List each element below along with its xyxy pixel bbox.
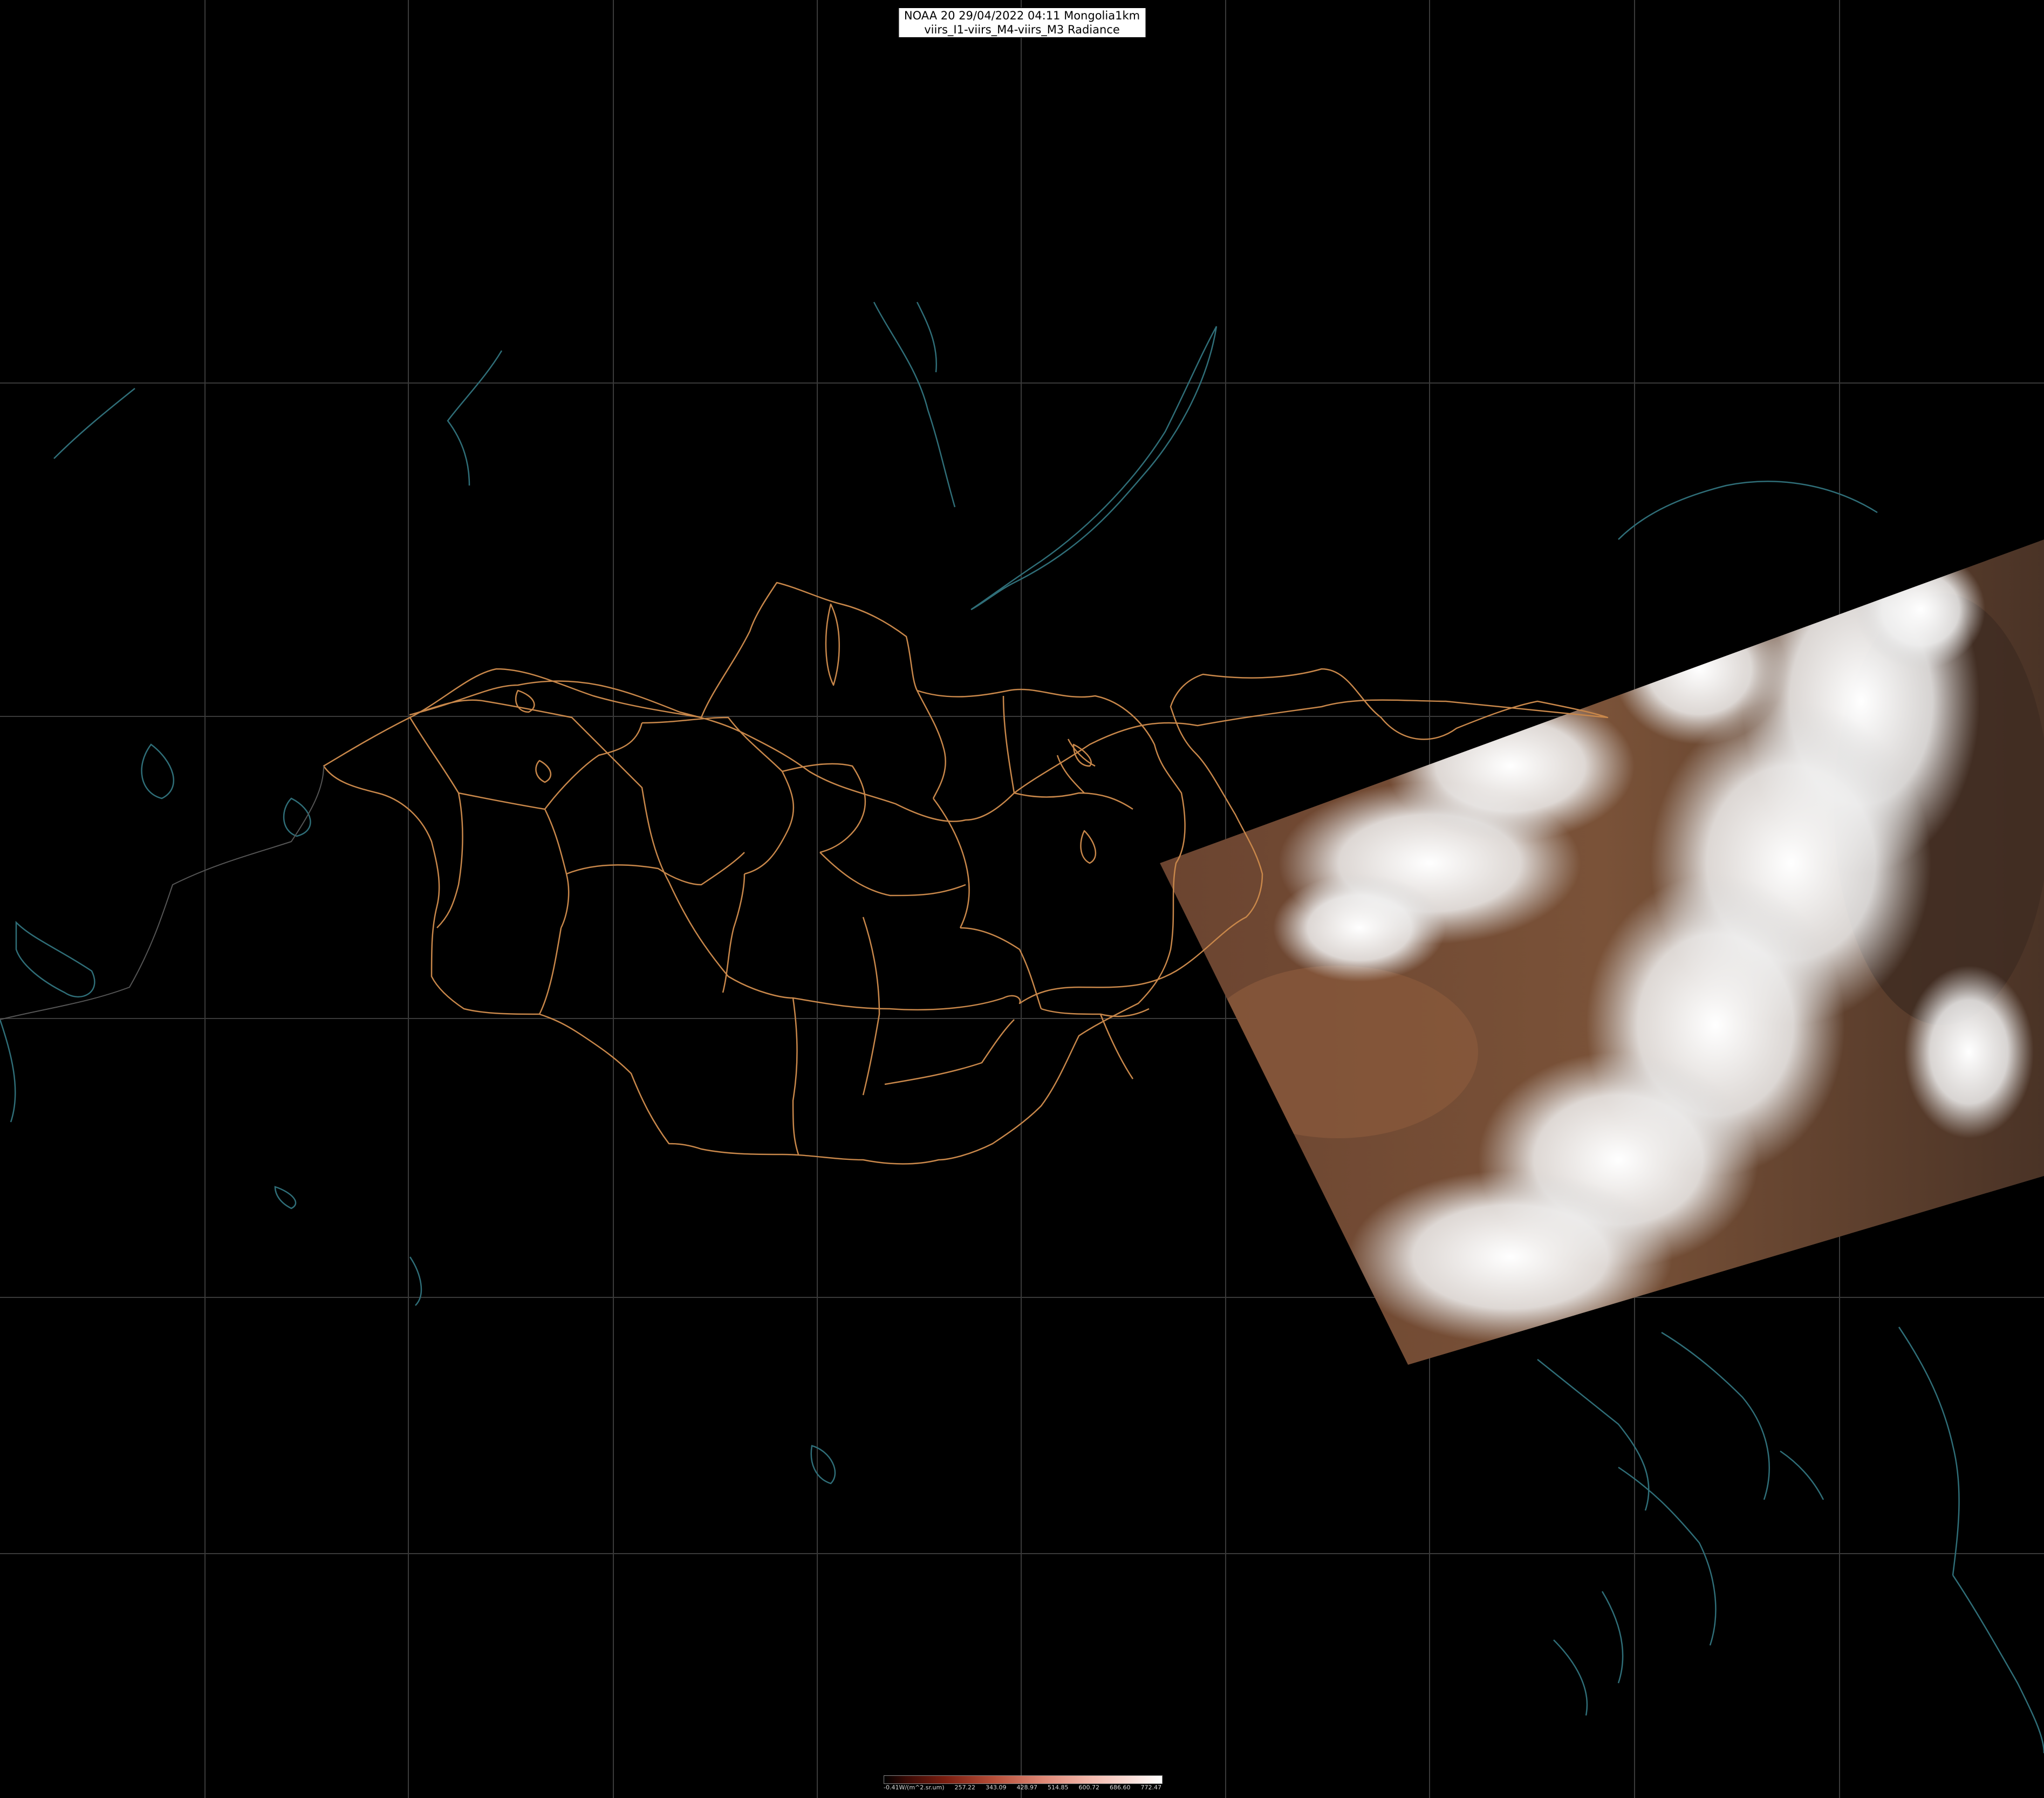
satellite-swath — [1160, 539, 2044, 1365]
image-title: NOAA 20 29/04/2022 04:11 Mongolia1km vii… — [898, 8, 1146, 38]
colorbar-label: 257.22 — [954, 1784, 975, 1791]
colorbar-labels: -0.41W/(m^2.sr.um) 257.22 343.09 428.97 … — [884, 1784, 1161, 1791]
colorbar-label: 428.97 — [1016, 1784, 1037, 1791]
title-line-2: viirs_I1-viirs_M4-viirs_M3 Radiance — [924, 23, 1120, 36]
country-border-west — [0, 765, 324, 1020]
colorbar-label: 343.09 — [985, 1784, 1007, 1791]
colorbar-ramp — [884, 1775, 1163, 1784]
colorbar-label: 686.60 — [1109, 1784, 1131, 1791]
title-line-1: NOAA 20 29/04/2022 04:11 Mongolia1km — [904, 9, 1140, 22]
satellite-map — [0, 0, 2044, 1798]
colorbar-label: 772.47 — [1140, 1784, 1161, 1791]
colorbar-label: -0.41W/(m^2.sr.um) — [884, 1784, 945, 1791]
colorbar-label: 514.85 — [1047, 1784, 1069, 1791]
radiance-colorbar: -0.41W/(m^2.sr.um) 257.22 343.09 428.97 … — [884, 1775, 1163, 1791]
colorbar-label: 600.72 — [1078, 1784, 1099, 1791]
